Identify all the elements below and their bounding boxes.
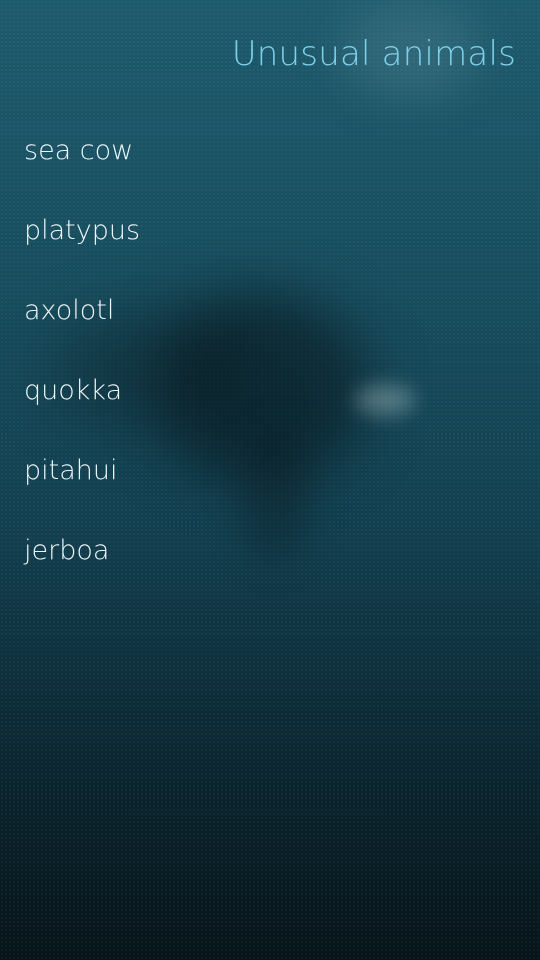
animal-list: sea cow platypus axolotl quokka pitahui …: [0, 110, 540, 590]
list-item-label: jerboa: [24, 534, 110, 566]
list-item[interactable]: jerboa: [0, 510, 540, 590]
list-item-label: platypus: [24, 214, 141, 246]
list-item[interactable]: pitahui: [0, 430, 540, 510]
list-item[interactable]: axolotl: [0, 270, 540, 350]
list-item-label: pitahui: [24, 454, 118, 486]
list-item[interactable]: sea cow: [0, 110, 540, 190]
list-item[interactable]: platypus: [0, 190, 540, 270]
page-title: Unusual animals: [231, 34, 516, 74]
list-item-label: quokka: [24, 374, 123, 406]
list-item-label: axolotl: [24, 294, 115, 326]
list-item-label: sea cow: [24, 134, 134, 166]
list-item[interactable]: quokka: [0, 350, 540, 430]
